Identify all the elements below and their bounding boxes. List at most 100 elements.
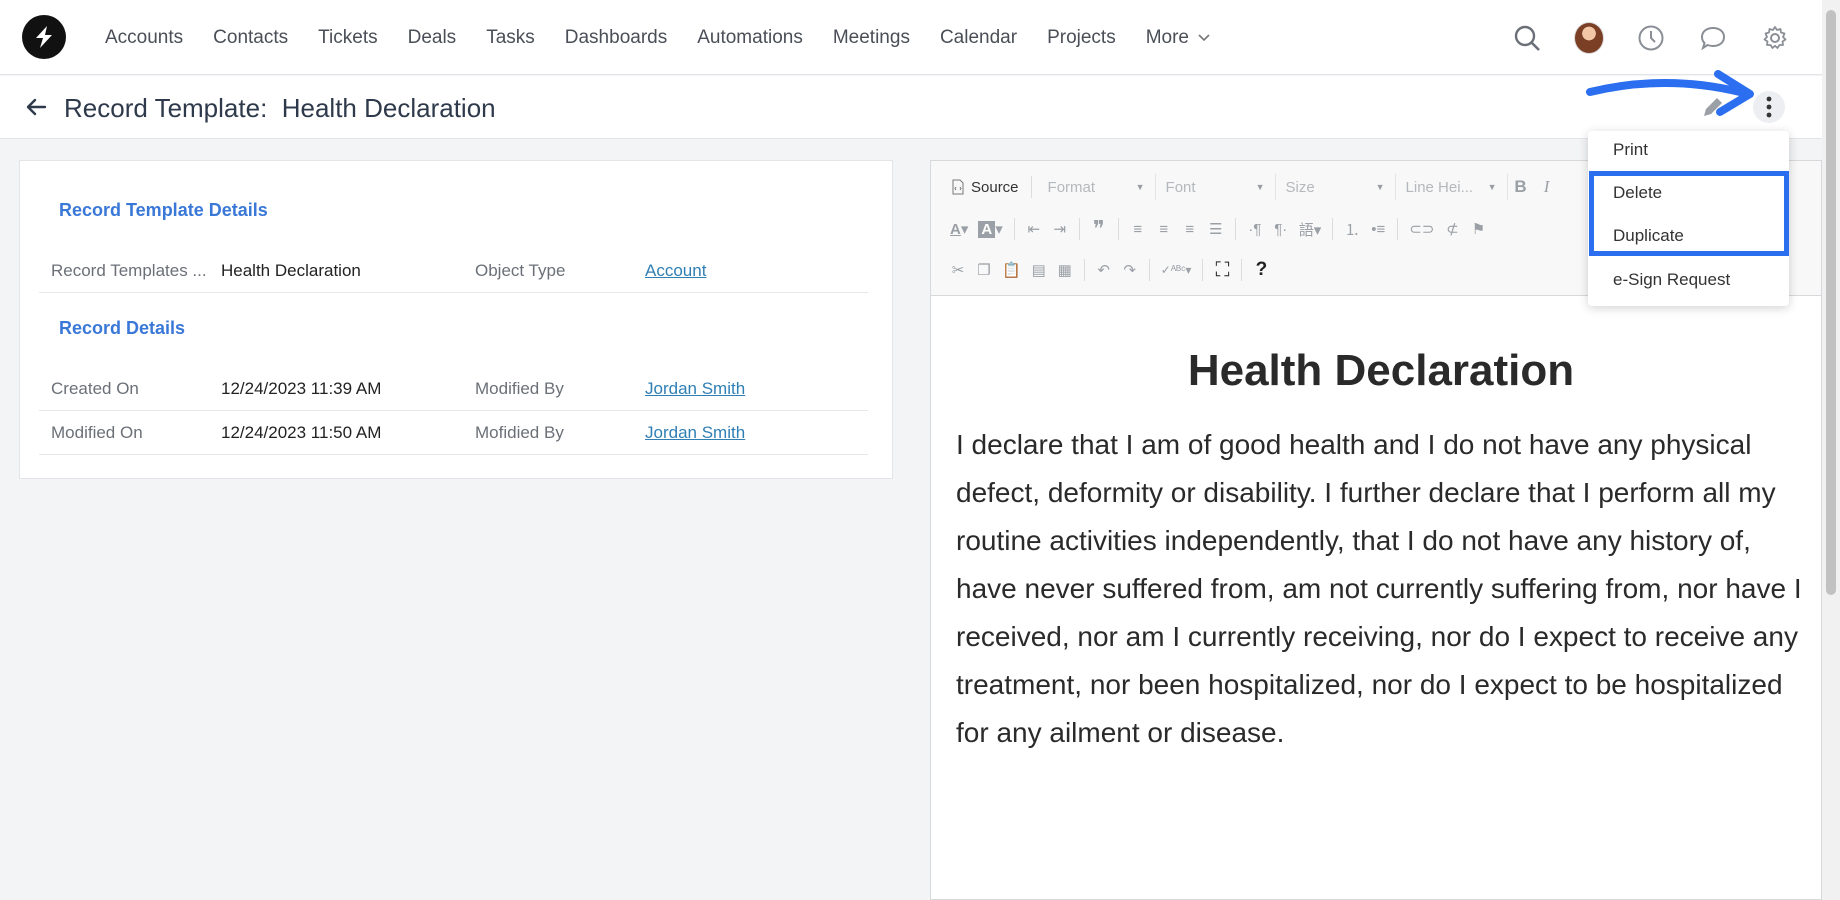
maximize-icon[interactable]: ⛶ bbox=[1209, 256, 1235, 284]
record-details-title: Record Details bbox=[59, 318, 186, 338]
field-label: Modified On bbox=[51, 423, 143, 442]
scrollbar-thumb[interactable] bbox=[1826, 10, 1836, 595]
document-title: Health Declaration bbox=[1187, 346, 1575, 395]
field-value: 12/24/2023 11:50 AM bbox=[221, 423, 382, 442]
bulleted-list-icon[interactable]: •≡ bbox=[1365, 215, 1391, 243]
nav-item-more[interactable]: More bbox=[1146, 27, 1211, 49]
annotation-highlight-box bbox=[1589, 171, 1789, 256]
italic-icon[interactable]: I bbox=[1534, 173, 1560, 201]
background-color-icon[interactable]: A ▾ bbox=[973, 215, 1007, 243]
field-modified-by: Modified By Jordan Smith bbox=[463, 368, 868, 411]
toolbar-separator bbox=[1030, 176, 1032, 198]
bold-icon[interactable]: B bbox=[1508, 173, 1534, 201]
field-label: Modified By bbox=[475, 379, 564, 398]
nav-item-tickets[interactable]: Tickets bbox=[318, 27, 377, 49]
line-height-placeholder: Line Hei... bbox=[1405, 178, 1474, 196]
rtl-icon[interactable]: ¶· bbox=[1268, 215, 1294, 243]
source-icon bbox=[952, 179, 964, 195]
ltr-icon[interactable]: ·¶ bbox=[1242, 215, 1268, 243]
nav-item-tasks[interactable]: Tasks bbox=[486, 27, 535, 49]
field-label: Object Type bbox=[475, 261, 566, 280]
top-navbar: Accounts Contacts Tickets Deals Tasks Da… bbox=[0, 0, 1822, 75]
back-arrow-icon[interactable] bbox=[22, 93, 50, 121]
spellcheck-icon[interactable]: ✓ᴬᴮᶜ▾ bbox=[1156, 256, 1197, 284]
unlink-icon[interactable]: ⊄ bbox=[1439, 215, 1465, 243]
dropdown-arrow-icon: ▼ bbox=[1487, 182, 1497, 192]
nav-item-automations[interactable]: Automations bbox=[697, 27, 803, 49]
line-height-select[interactable]: Line Hei... ▼ bbox=[1396, 174, 1508, 200]
format-select[interactable]: Format ▼ bbox=[1038, 174, 1156, 200]
toolbar-row-2: A ▾ A ▾ ⇤ ⇥ ❞ ≡ ≡ ≡ ☰ ·¶ ¶· 語▾ ⒈ •≡ ⊂⊃ ⊄ ⚑ bbox=[945, 212, 1491, 246]
field-mofidied-by: Mofidied By Jordan Smith bbox=[463, 412, 868, 455]
document-body: I declare that I am of good health and I… bbox=[956, 429, 1802, 748]
nav-item-calendar[interactable]: Calendar bbox=[940, 27, 1017, 49]
size-placeholder: Size bbox=[1285, 178, 1315, 196]
numbered-list-icon[interactable]: ⒈ bbox=[1339, 215, 1365, 243]
field-label: Record Templates ... bbox=[51, 261, 207, 280]
toolbar-row-1: Source Format ▼ Font ▼ Size ▼ Line Hei... ▼ … bbox=[945, 170, 1560, 204]
dropdown-arrow-icon: ▼ bbox=[1375, 182, 1385, 192]
more-label: More bbox=[1145, 26, 1189, 48]
clock-icon[interactable] bbox=[1636, 23, 1666, 53]
field-created-on: Created On 12/24/2023 11:39 AM bbox=[39, 368, 470, 411]
anchor-flag-icon[interactable]: ⚑ bbox=[1465, 215, 1491, 243]
object-type-link[interactable]: Account bbox=[645, 261, 706, 281]
field-modified-on: Modified On 12/24/2023 11:50 AM bbox=[39, 412, 470, 455]
align-center-icon[interactable]: ≡ bbox=[1151, 215, 1177, 243]
field-object-type: Object Type Account bbox=[463, 250, 868, 293]
paste-icon[interactable]: 📋 bbox=[997, 256, 1026, 284]
outdent-icon[interactable]: ⇤ bbox=[1021, 215, 1047, 243]
modified-by-link[interactable]: Jordan Smith bbox=[645, 379, 745, 399]
page-title: Record Template: Health Declaration bbox=[64, 93, 496, 123]
paste-text-icon[interactable]: ▤ bbox=[1026, 256, 1052, 284]
chat-icon[interactable] bbox=[1698, 23, 1728, 53]
size-select[interactable]: Size ▼ bbox=[1276, 174, 1396, 200]
link-icon[interactable]: ⊂⊃ bbox=[1404, 215, 1439, 243]
app-logo[interactable] bbox=[22, 15, 66, 59]
paste-word-icon[interactable]: ▦ bbox=[1052, 256, 1078, 284]
blockquote-icon[interactable]: ❞ bbox=[1086, 215, 1112, 243]
align-right-icon[interactable]: ≡ bbox=[1177, 215, 1203, 243]
toolbar-row-3: ✂ ❐ 📋 ▤ ▦ ↶ ↷ ✓ᴬᴮᶜ▾ ⛶ ? bbox=[945, 253, 1274, 287]
record-template-details-title: Record Template Details bbox=[59, 200, 268, 220]
source-label: Source bbox=[971, 178, 1019, 196]
mofidied-by-link[interactable]: Jordan Smith bbox=[645, 423, 745, 443]
avatar[interactable] bbox=[1574, 21, 1604, 54]
nav-item-accounts[interactable]: Accounts bbox=[105, 27, 183, 49]
dropdown-arrow-icon: ▼ bbox=[1255, 182, 1265, 192]
justify-icon[interactable]: ☰ bbox=[1203, 215, 1229, 243]
editor-content[interactable]: Health Declaration I declare that I am o… bbox=[956, 346, 1806, 757]
format-placeholder: Format bbox=[1047, 178, 1096, 196]
chevron-down-icon bbox=[1198, 33, 1210, 41]
nav-item-projects[interactable]: Projects bbox=[1047, 27, 1116, 49]
indent-icon[interactable]: ⇥ bbox=[1047, 215, 1073, 243]
dropdown-arrow-icon: ▼ bbox=[1135, 182, 1145, 192]
copy-icon[interactable]: ❐ bbox=[971, 256, 997, 284]
nav-item-deals[interactable]: Deals bbox=[408, 27, 457, 49]
help-icon[interactable]: ? bbox=[1248, 256, 1274, 284]
details-card: Record Template Details Record Templates… bbox=[19, 160, 893, 479]
cut-icon[interactable]: ✂ bbox=[945, 256, 971, 284]
field-value: 12/24/2023 11:39 AM bbox=[221, 379, 382, 398]
undo-icon[interactable]: ↶ bbox=[1091, 256, 1117, 284]
search-icon[interactable] bbox=[1512, 23, 1542, 53]
font-placeholder: Font bbox=[1165, 178, 1196, 196]
redo-icon[interactable]: ↷ bbox=[1117, 256, 1143, 284]
field-template-name: Record Templates ... Health Declaration bbox=[39, 250, 470, 293]
menu-item-esign-request[interactable]: e-Sign Request bbox=[1613, 270, 1730, 290]
font-select[interactable]: Font ▼ bbox=[1156, 174, 1276, 200]
menu-item-print[interactable]: Print bbox=[1613, 140, 1648, 160]
language-icon[interactable]: 語▾ bbox=[1294, 215, 1327, 243]
gear-icon[interactable] bbox=[1760, 23, 1790, 53]
nav-menu: Accounts Contacts Tickets Deals Tasks Da… bbox=[90, 0, 1226, 75]
nav-item-contacts[interactable]: Contacts bbox=[213, 27, 288, 49]
annotation-arrow bbox=[1586, 70, 1754, 116]
nav-item-meetings[interactable]: Meetings bbox=[833, 27, 910, 49]
field-value: Health Declaration bbox=[221, 261, 361, 280]
page-header: Record Template: Health Declaration bbox=[0, 76, 1822, 139]
page-scrollbar[interactable] bbox=[1822, 0, 1840, 900]
source-button[interactable]: Source bbox=[945, 179, 1025, 196]
nav-item-dashboards[interactable]: Dashboards bbox=[565, 27, 667, 49]
text-color-icon[interactable]: A ▾ bbox=[945, 215, 973, 243]
align-left-icon[interactable]: ≡ bbox=[1125, 215, 1151, 243]
